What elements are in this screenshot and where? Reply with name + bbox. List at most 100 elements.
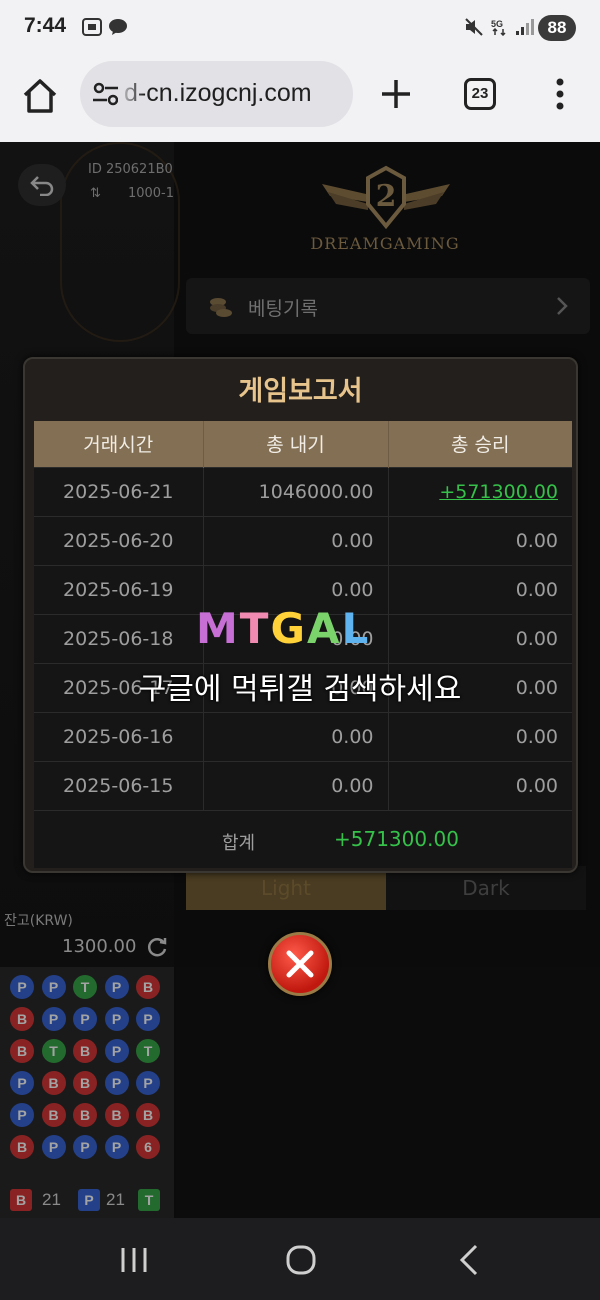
win-link[interactable]: +571300.00: [439, 481, 558, 503]
watermark-letter: A: [306, 604, 342, 653]
bead-road-cell: P: [104, 1071, 129, 1095]
row-win: 0.00: [388, 564, 572, 614]
table-row: 2025-06-16 0.00 0.00: [34, 711, 572, 761]
talk-icon: [109, 19, 127, 35]
status-bar: 7:44 5G 88: [0, 0, 600, 56]
game-table-area: [176, 967, 600, 1218]
bead-road-cell: P: [41, 1135, 66, 1159]
url-fade: [118, 61, 144, 127]
table-row: 2025-06-21 1046000.00 +571300.00: [34, 466, 572, 516]
5g-icon: 5G: [491, 19, 506, 36]
bead-road-cell: P: [73, 1135, 97, 1159]
back-icon[interactable]: [452, 1242, 488, 1278]
watermark-letter: G: [270, 604, 307, 653]
signal-icon: [516, 19, 534, 35]
limit-icon: ⇅: [90, 186, 101, 201]
bead-road-cell: T: [73, 975, 97, 999]
bead-road-cell: P: [136, 1071, 160, 1095]
table-header-row: 거래시간 총 내기 총 승리: [34, 421, 572, 467]
bead-road-cell: P: [104, 1039, 129, 1063]
site-settings-icon[interactable]: [92, 82, 120, 106]
bead-road-cell: T: [41, 1039, 66, 1063]
watermark-letter: M: [196, 604, 240, 653]
row-win: 0.00: [388, 515, 572, 565]
header-total-win: 총 승리: [388, 421, 572, 467]
bead-road-cell: P: [104, 1135, 129, 1159]
bead-road-cell: B: [136, 975, 160, 999]
dreamgaming-logo-emblem: 2: [322, 165, 450, 230]
screenshot-icon: [82, 18, 102, 36]
row-win: 0.00: [388, 613, 572, 663]
header-date: 거래시간: [34, 421, 204, 467]
tabs-icon[interactable]: 23: [464, 78, 496, 110]
row-date: 2025-06-20: [34, 515, 204, 565]
player-count: 21: [106, 1190, 125, 1209]
table-id: ID 250621B0: [88, 162, 173, 177]
bead-road-cell: P: [10, 975, 34, 999]
balance-label: 잔고(KRW): [4, 913, 73, 929]
refresh-icon[interactable]: [146, 936, 168, 958]
address-bar[interactable]: d-cn.izogcnj.com: [80, 61, 353, 127]
balance-value: 1300.00: [62, 936, 137, 957]
bead-road-cell: B: [73, 1103, 97, 1127]
bead-road: B 21 P 21 T PBBPPBPPTBBPTPBBBPPPPPBPBPTP…: [0, 967, 174, 1218]
dreamgaming-logo-text: DREAMGAMING: [310, 234, 460, 253]
home-icon[interactable]: [20, 76, 60, 116]
row-date: 2025-06-21: [34, 466, 204, 516]
watermark-letter: L: [341, 604, 371, 653]
bead-road-cell: B: [73, 1071, 97, 1095]
android-nav-bar: [0, 1218, 600, 1300]
svg-text:2: 2: [376, 179, 397, 214]
table-row: 2025-06-15 0.00 0.00: [34, 760, 572, 810]
bet-record-label: 베팅기록: [248, 298, 318, 320]
bead-road-cell: P: [41, 1007, 66, 1031]
bead-road-cell: P: [104, 975, 129, 999]
home-circle-icon[interactable]: [283, 1242, 319, 1278]
close-button[interactable]: [268, 932, 332, 996]
menu-icon[interactable]: [548, 76, 572, 112]
mute-icon: [465, 18, 483, 36]
dialog-title: 게임보고서: [238, 376, 363, 407]
bead-road-cell: P: [136, 1007, 160, 1031]
back-arrow-icon: [30, 176, 54, 196]
row-bet: 1046000.00: [203, 466, 389, 516]
watermark-text: 구글에 먹튀갤 검색하세요: [138, 672, 462, 707]
tie-count-chip: T: [138, 1189, 160, 1211]
coins-icon: [210, 298, 232, 317]
row-date: 2025-06-15: [34, 760, 204, 810]
chevron-right-icon: [557, 297, 568, 315]
total-label: 합계: [222, 833, 256, 854]
bead-road-cell: P: [10, 1103, 34, 1127]
total-row: 합계 +571300.00: [34, 810, 572, 868]
row-win[interactable]: +571300.00: [388, 466, 572, 516]
bead-road-cell: B: [41, 1071, 66, 1095]
row-date: 2025-06-19: [34, 564, 204, 614]
row-win: 0.00: [388, 711, 572, 761]
close-icon: [286, 950, 314, 978]
limit-value: 1000-1: [127, 186, 174, 201]
banker-count: 21: [42, 1190, 61, 1209]
bead-road-cell: B: [10, 1039, 34, 1063]
back-button[interactable]: [18, 164, 66, 206]
bead-road-cell: P: [41, 975, 66, 999]
watermark-logo: MTGAL: [196, 604, 396, 654]
bead-road-cell: P: [104, 1007, 129, 1031]
bead-road-cell: B: [136, 1103, 160, 1127]
row-bet: 0.00: [203, 760, 389, 810]
bead-road-cell: B: [73, 1039, 97, 1063]
new-tab-icon[interactable]: [378, 76, 414, 112]
row-date: 2025-06-18: [34, 613, 204, 663]
bead-road-cell: B: [10, 1135, 34, 1159]
svg-text:5G: 5G: [491, 19, 503, 29]
header-total-bet: 총 내기: [203, 421, 389, 467]
battery-indicator: 88: [538, 15, 576, 41]
bet-record-button[interactable]: 베팅기록: [186, 278, 590, 334]
browser-toolbar: d-cn.izogcnj.com 23: [0, 56, 600, 142]
bead-road-cell: B: [104, 1103, 129, 1127]
bead-road-cell: B: [10, 1007, 34, 1031]
recent-apps-icon[interactable]: [116, 1242, 152, 1278]
bead-road-cell: P: [73, 1007, 97, 1031]
table-row: 2025-06-20 0.00 0.00: [34, 515, 572, 565]
row-bet: 0.00: [203, 711, 389, 761]
url-text[interactable]: d-cn.izogcnj.com: [124, 79, 312, 108]
